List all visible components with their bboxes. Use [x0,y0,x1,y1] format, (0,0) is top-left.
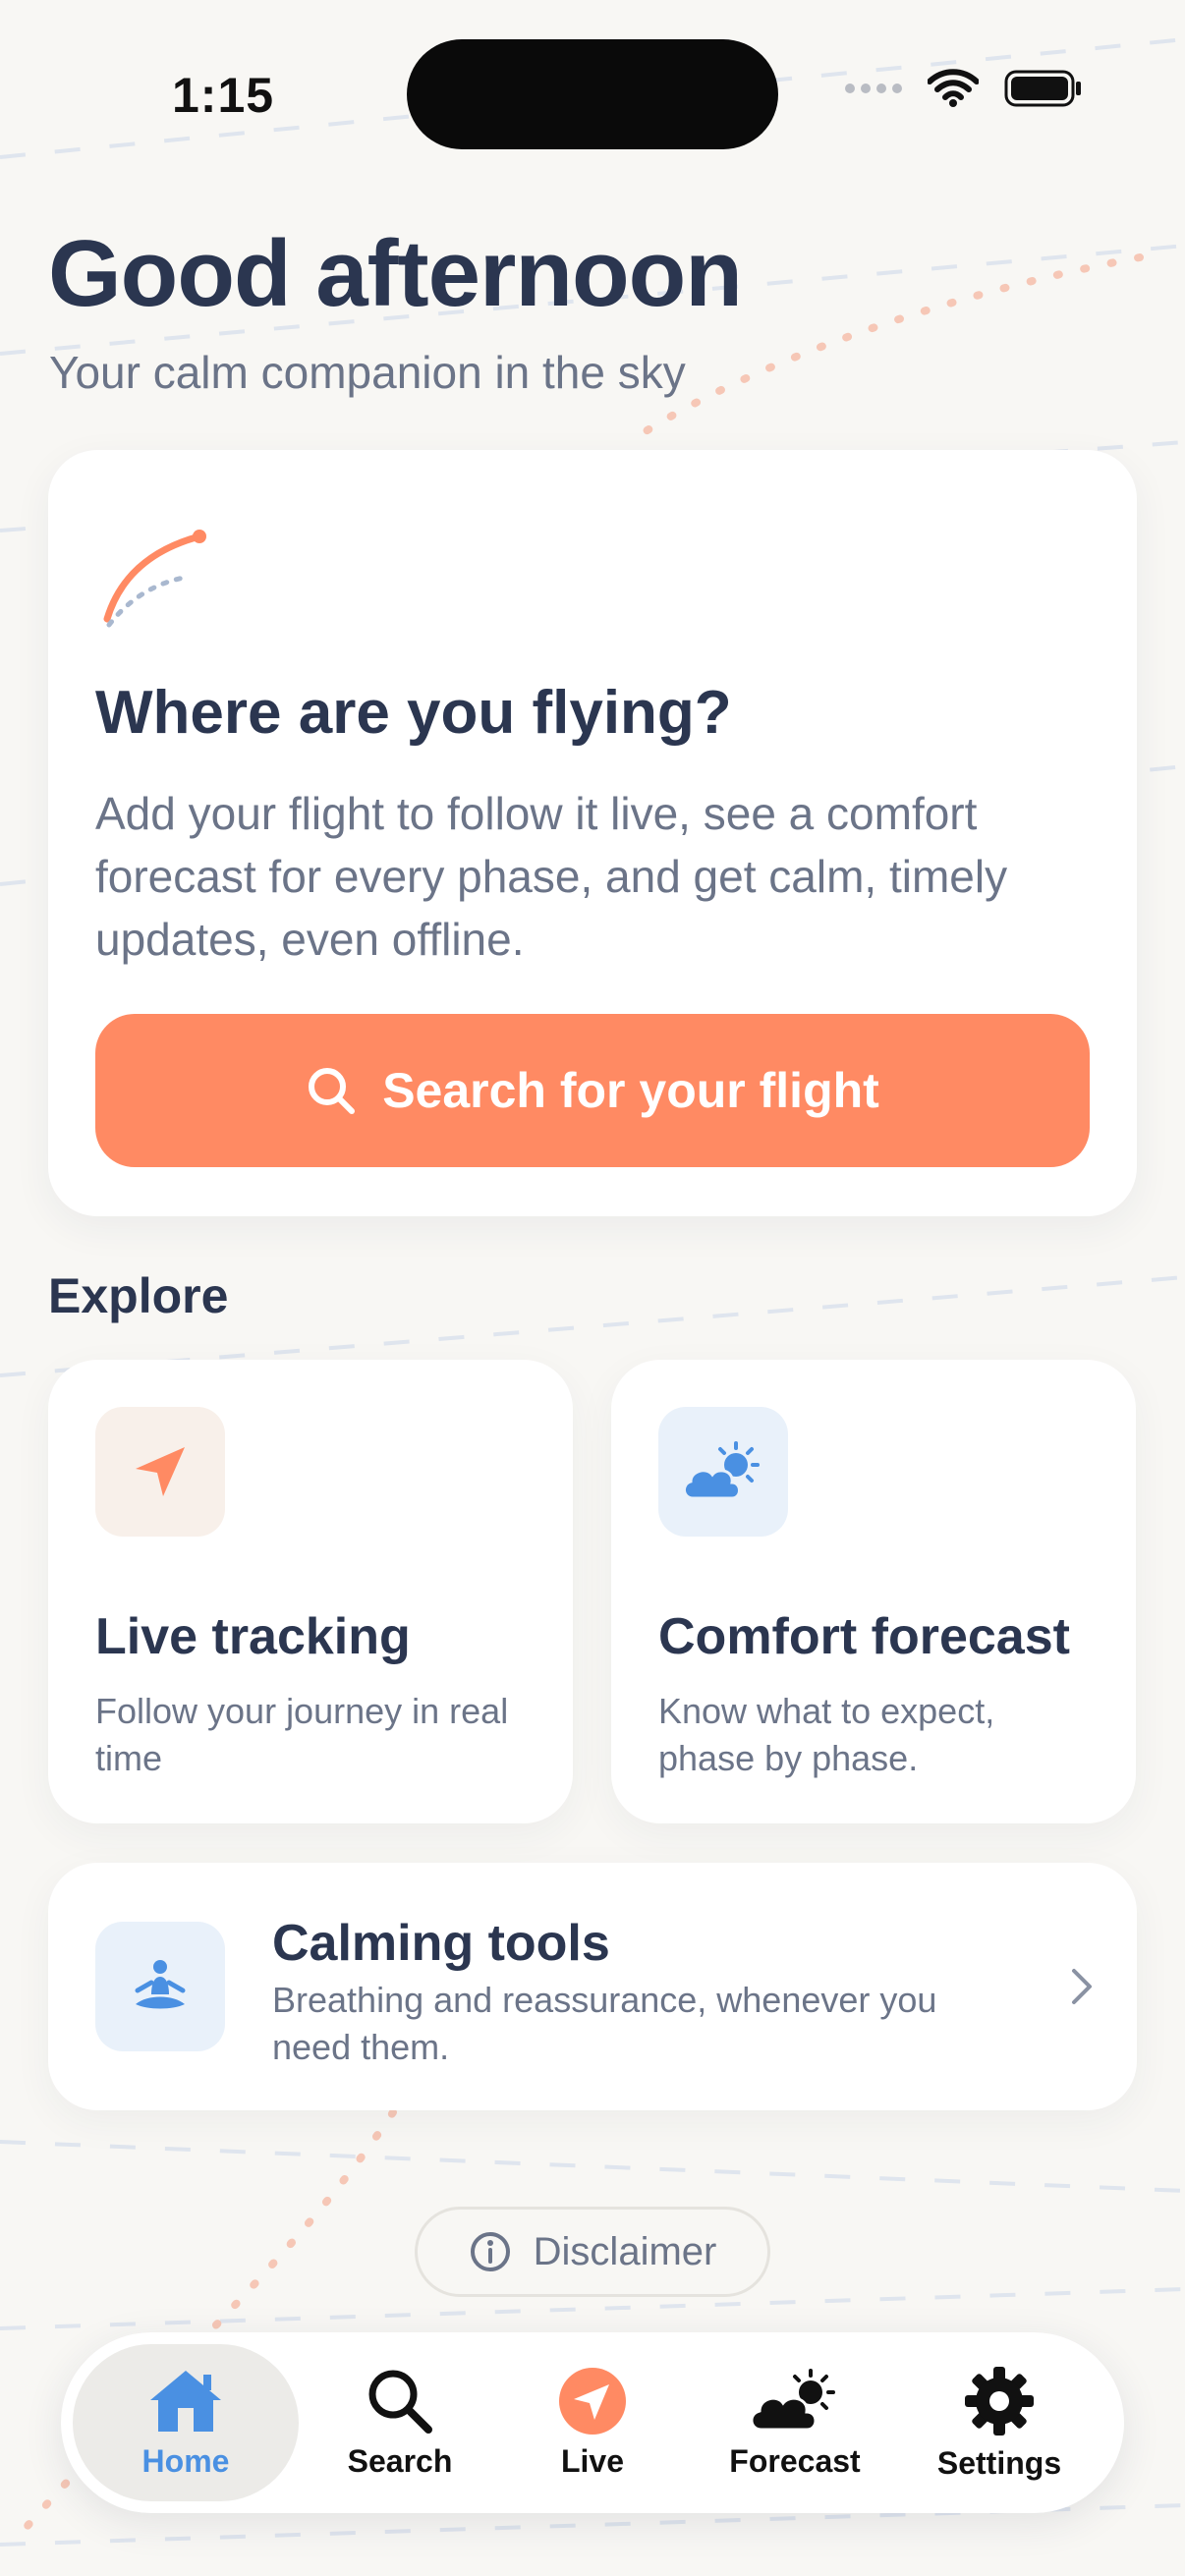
status-icons [845,69,1083,108]
search-flight-button-label: Search for your flight [382,1063,879,1118]
tab-home[interactable]: Home [73,2344,299,2501]
explore-heading: Explore [48,1268,229,1323]
gear-icon [965,2366,1034,2436]
search-icon [368,2370,432,2434]
tab-forecast-label: Forecast [729,2442,861,2479]
search-flight-button[interactable]: Search for your flight [95,1014,1090,1167]
tab-settings[interactable]: Settings [886,2344,1112,2501]
disclaimer-button[interactable]: Disclaimer [415,2207,770,2297]
search-icon [309,1068,356,1114]
house-icon [150,2370,221,2432]
comfort-forecast-card[interactable]: Comfort forecast Know what to expect, ph… [611,1360,1136,1823]
greeting-title: Good afternoon [48,221,743,326]
status-time: 1:15 [172,68,275,123]
tab-home-label: Home [141,2442,230,2479]
add-flight-card: Where are you flying? Add your flight to… [48,450,1137,1216]
comfort-forecast-title: Comfort forecast [658,1608,1070,1665]
calming-tools-icon-box [95,1922,225,2051]
tab-search-label: Search [347,2442,453,2479]
disclaimer-label: Disclaimer [533,2229,717,2273]
chevron-right-icon [1072,1969,1092,2004]
info-icon [470,2232,510,2271]
partly-cloudy-icon [683,1441,760,1500]
home-screen: 1:15 Good afternoon Your calm companion … [0,0,1185,2576]
calming-tools-card[interactable]: Calming tools Breathing and reassurance,… [48,1863,1137,2110]
battery-icon [1004,70,1081,107]
hero-description: Add your flight to follow it live, see a… [95,788,1008,965]
live-tracking-title: Live tracking [95,1608,411,1665]
live-tracking-description: Follow your journey in real time [95,1691,509,1778]
partly-cloudy-icon [750,2368,835,2431]
navigation-arrow-icon [559,2367,626,2435]
live-tracking-icon-box [95,1407,225,1537]
signal-dots-icon [845,84,902,93]
comfort-forecast-description: Know what to expect, phase by phase. [658,1691,995,1778]
tab-forecast[interactable]: Forecast [682,2344,908,2501]
tab-settings-label: Settings [936,2444,1062,2481]
wifi-icon [928,69,979,107]
hero-title: Where are you flying? [95,679,732,747]
calming-tools-description: Breathing and reassurance, whenever you … [272,1980,937,2067]
live-tracking-card[interactable]: Live tracking Follow your journey in rea… [48,1360,573,1823]
tagline: Your calm companion in the sky [49,347,686,398]
tab-bar: Home Search Live Forecast Settings [61,2332,1124,2513]
calming-tools-title: Calming tools [272,1915,610,1972]
tab-live-label: Live [560,2442,625,2479]
tab-live[interactable]: Live [480,2344,705,2501]
flight-arc-icon [103,530,206,628]
meditation-icon [135,1960,186,2009]
comfort-forecast-icon-box [658,1407,788,1537]
dynamic-island [407,39,778,149]
navigation-arrow-icon [136,1447,185,1496]
